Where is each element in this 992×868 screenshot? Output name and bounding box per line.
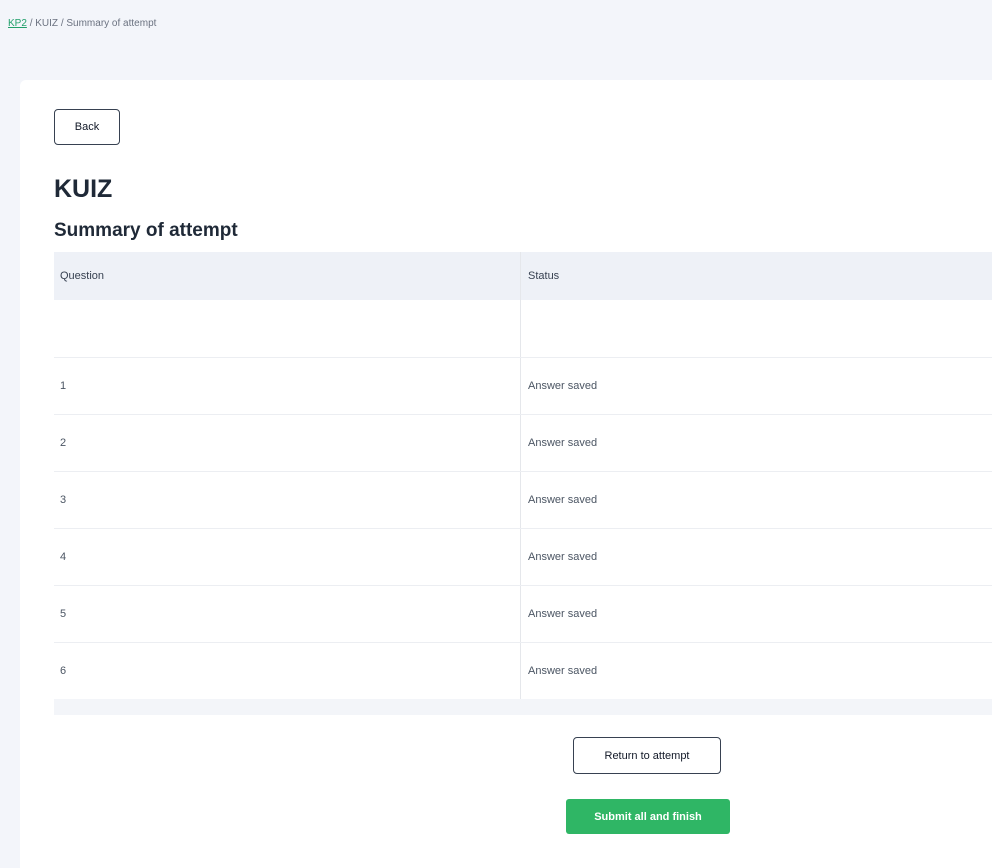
column-header-question: Question	[54, 252, 521, 300]
question-number: 6	[54, 643, 521, 699]
table-row: 3 Answer saved	[54, 472, 992, 529]
table-footer	[54, 699, 992, 715]
question-status: Answer saved	[528, 608, 598, 620]
main-panel: Back KUIZ Summary of attempt Question St…	[20, 80, 992, 868]
question-status: Answer saved	[528, 551, 598, 563]
question-number: 2	[54, 415, 521, 471]
table-header: Question Status	[54, 252, 992, 300]
question-status: Answer saved	[528, 380, 598, 392]
return-to-attempt-button[interactable]: Return to attempt	[573, 737, 721, 774]
page-subtitle: Summary of attempt	[54, 220, 238, 241]
question-number: 5	[54, 586, 521, 642]
question-number: 4	[54, 529, 521, 585]
submit-all-and-finish-button[interactable]: Submit all and finish	[566, 799, 730, 834]
table-row: 6 Answer saved	[54, 643, 992, 699]
question-number: 1	[54, 358, 521, 414]
table-spacer-row	[54, 300, 992, 358]
question-status: Answer saved	[528, 494, 598, 506]
table-row: 2 Answer saved	[54, 415, 992, 472]
question-status: Answer saved	[528, 665, 598, 677]
breadcrumb-link-course[interactable]: KP2	[8, 18, 27, 29]
question-number: 3	[54, 472, 521, 528]
table-row: 1 Answer saved	[54, 358, 992, 415]
breadcrumb-item-quiz: KUIZ	[35, 18, 59, 29]
table-row: 5 Answer saved	[54, 586, 992, 643]
quiz-title: KUIZ	[54, 175, 113, 203]
summary-table: Question Status 1 Answer saved 2 Answer …	[54, 252, 992, 715]
breadcrumb: KP2 / KUIZ / Summary of attempt	[8, 18, 156, 29]
back-button[interactable]: Back	[54, 109, 120, 145]
question-status: Answer saved	[528, 437, 598, 449]
column-header-status: Status	[528, 270, 560, 282]
table-body: 1 Answer saved 2 Answer saved 3 Answer s…	[54, 358, 992, 699]
breadcrumb-separator: /	[60, 18, 64, 29]
breadcrumb-item-current: Summary of attempt	[66, 18, 157, 29]
table-row: 4 Answer saved	[54, 529, 992, 586]
breadcrumb-separator: /	[29, 18, 33, 29]
